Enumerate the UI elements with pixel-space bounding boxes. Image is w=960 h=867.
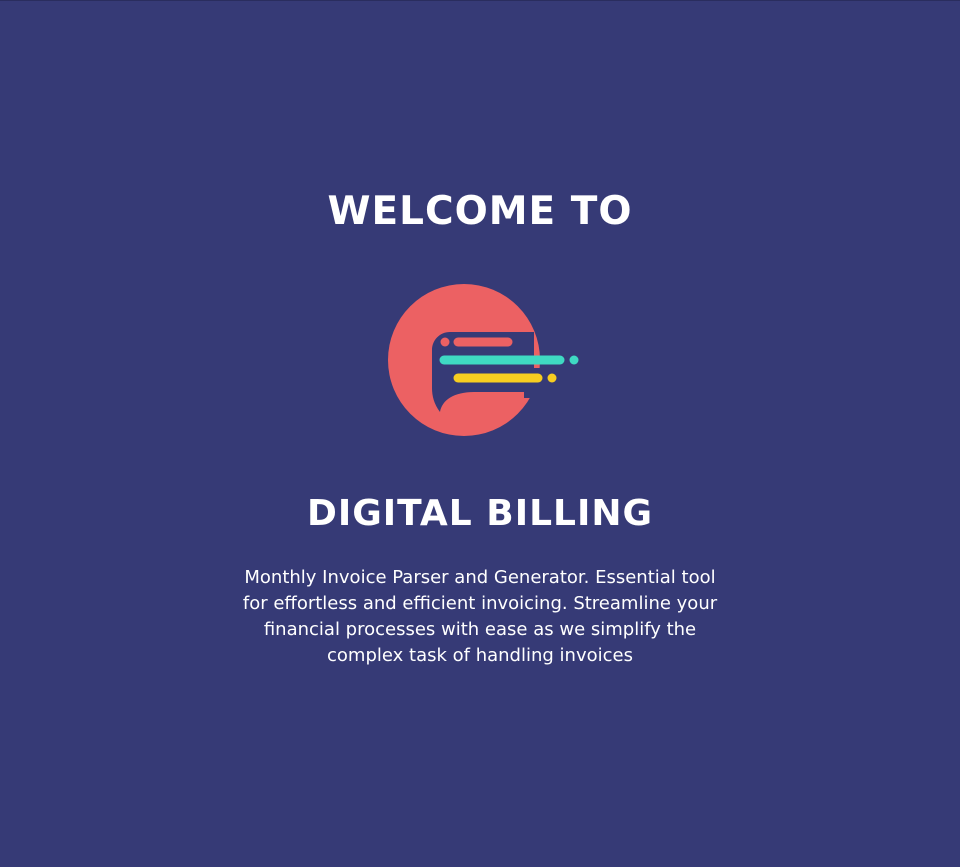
e-logo-icon — [388, 284, 584, 436]
welcome-screen: WELCOME TO DIGITAL BILLING Monthly Invoi… — [0, 0, 960, 867]
logo-gap — [524, 368, 584, 398]
logo — [384, 284, 584, 436]
app-name: DIGITAL BILLING — [306, 493, 654, 534]
logo-red-dot — [440, 337, 450, 347]
app-description: Monthly Invoice Parser and Generator. Es… — [242, 567, 718, 666]
welcome-heading: WELCOME TO — [327, 189, 633, 234]
logo-yellow-dot — [547, 373, 557, 383]
logo-teal-dot — [569, 355, 579, 365]
